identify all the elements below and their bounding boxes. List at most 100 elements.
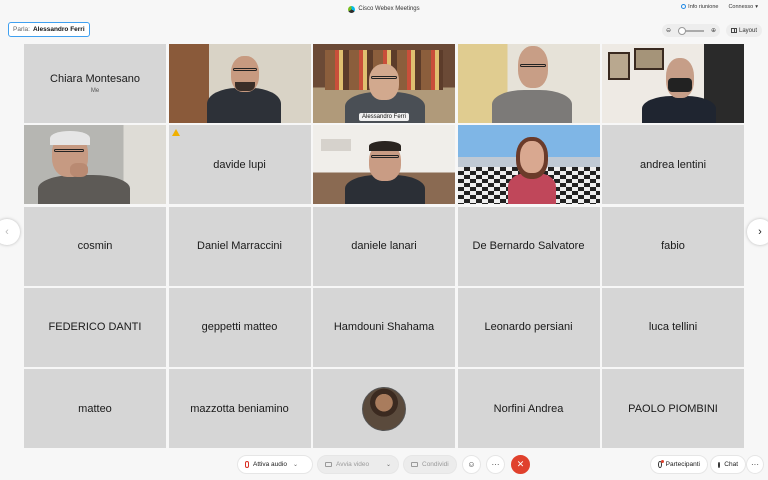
participant-tile[interactable]: matteo (24, 369, 166, 448)
layout-button[interactable]: Layout (726, 24, 762, 37)
unmute-button[interactable]: Attiva audio ⌄ (237, 455, 313, 474)
camera-icon (325, 462, 332, 467)
connection-status-label: Connesso (728, 4, 754, 10)
microphone-muted-icon (245, 461, 249, 468)
participant-tile[interactable]: Leonardo persiani (457, 287, 600, 367)
app-title-text: Cisco Webex Meetings (358, 6, 420, 12)
participant-video-tile[interactable] (313, 125, 455, 205)
participant-tile[interactable]: PAOLO PIOMBINI (602, 369, 744, 448)
participant-video-tile[interactable] (168, 44, 311, 123)
participant-tile[interactable]: daniele lanari (313, 206, 455, 286)
active-speaker-indicator: Parla: Alessandro Ferri (8, 22, 90, 37)
participant-tile[interactable]: davide lupi (168, 125, 311, 205)
active-speaker-name: Alessandro Ferri (32, 26, 85, 33)
start-video-button[interactable]: Avvia video ⌄ (317, 455, 399, 474)
participant-tile[interactable]: De Bernardo Salvatore (457, 206, 600, 286)
connection-status[interactable]: Connesso ▾ (728, 4, 758, 10)
video-feed (602, 44, 744, 123)
active-speaker-label: Parla: (13, 26, 30, 33)
participant-name: Chiara Montesano (50, 73, 140, 85)
share-label: Condividi (422, 461, 449, 468)
participant-video-tile[interactable] (602, 44, 744, 123)
video-feed (457, 125, 600, 205)
chevron-down-icon[interactable]: ⌄ (386, 461, 391, 468)
video-feed (457, 44, 600, 123)
participant-name: PAOLO PIOMBINI (628, 402, 718, 415)
participant-name: luca tellini (648, 321, 698, 334)
participant-name: mazzotta beniamino (190, 402, 289, 415)
participant-name: matteo (78, 402, 112, 415)
participant-name: andrea lentini (639, 158, 707, 171)
unmute-label: Attiva audio (253, 461, 287, 468)
chevron-down-icon[interactable]: ⌄ (293, 461, 298, 468)
more-icon: ··· (751, 460, 759, 469)
participant-video-tile[interactable] (457, 125, 600, 205)
chat-button[interactable]: Chat (710, 455, 746, 474)
smiley-icon: ☺ (467, 460, 476, 469)
participant-tile[interactable]: Norfini Andrea (457, 369, 600, 448)
participant-name: cosmin (77, 240, 113, 252)
participant-video-tile-active-speaker[interactable]: Alessandro Ferri (313, 44, 455, 123)
participant-name: De Bernardo Salvatore (472, 240, 585, 252)
video-feed (24, 125, 166, 205)
info-icon (681, 4, 687, 10)
close-icon: ✕ (516, 459, 525, 469)
participants-icon (658, 460, 664, 468)
participant-name: Hamdouni Shahama (333, 321, 435, 334)
zoom-track[interactable] (678, 26, 704, 35)
zoom-handle[interactable] (678, 26, 686, 35)
participant-grid: Chiara Montesano Me Alessandro Ferri dav… (24, 44, 744, 448)
zoom-out-icon[interactable]: ⊖ (666, 27, 671, 34)
chat-label: Chat (724, 461, 738, 468)
participants-label: Partecipanti (665, 461, 700, 468)
chevron-right-icon: › (758, 226, 762, 238)
participant-tile[interactable]: cosmin (24, 206, 166, 286)
layout-button-label: Layout (738, 27, 757, 34)
meeting-info-button[interactable]: Info riunione (681, 4, 718, 10)
participant-video-tile[interactable] (24, 125, 166, 205)
end-call-button[interactable]: ✕ (511, 455, 530, 474)
participant-tile[interactable]: andrea lentini (602, 125, 744, 205)
participant-video-tile[interactable] (457, 44, 600, 123)
participant-tile[interactable]: FEDERICO DANTI (24, 287, 166, 367)
zoom-in-icon[interactable]: ⊕ (711, 27, 716, 34)
share-screen-icon (411, 462, 418, 467)
participant-tile[interactable]: fabio (602, 206, 744, 286)
more-icon: ··· (491, 460, 500, 469)
participant-tile[interactable]: Daniel Marraccini (168, 206, 311, 286)
reactions-button[interactable]: ☺ (462, 455, 481, 474)
participant-name: geppetti matteo (201, 321, 278, 334)
participant-name: Leonardo persiani (484, 321, 573, 334)
participant-name: daniele lanari (351, 240, 417, 252)
chat-icon (718, 461, 721, 468)
participant-name: Daniel Marraccini (197, 240, 282, 252)
chevron-left-icon: ‹ (5, 226, 9, 238)
title-bar: Cisco Webex Meetings Info riunione Conne… (0, 0, 768, 18)
video-feed (313, 125, 455, 205)
participants-button[interactable]: Partecipanti (650, 455, 708, 474)
participant-name: davide lupi (213, 158, 266, 171)
start-video-label: Avvia video (336, 461, 370, 468)
participant-tile[interactable]: geppetti matteo (168, 287, 311, 367)
meeting-info-label: Info riunione (688, 4, 719, 10)
participant-name: fabio (661, 240, 685, 252)
participant-avatar (362, 386, 406, 431)
panel-more-button[interactable]: ··· (746, 455, 764, 474)
previous-page-button[interactable]: ‹ (0, 219, 20, 245)
video-feed (313, 44, 455, 123)
participant-name: FEDERICO DANTI (48, 321, 142, 334)
participant-tile[interactable]: luca tellini (602, 287, 744, 367)
more-options-button[interactable]: ··· (486, 455, 505, 474)
next-page-button[interactable]: › (747, 219, 768, 245)
participant-tile-self[interactable]: Chiara Montesano Me (24, 44, 166, 123)
grid-layout-icon (730, 28, 737, 33)
share-button[interactable]: Condividi (403, 455, 457, 474)
participant-name: Norfini Andrea (493, 402, 564, 415)
zoom-slider[interactable]: ⊖ ⊕ (662, 24, 720, 37)
participant-tile-avatar[interactable] (313, 369, 455, 448)
chevron-down-icon: ▾ (755, 4, 758, 10)
video-feed (168, 44, 311, 123)
participant-tile[interactable]: Hamdouni Shahama (313, 287, 455, 367)
warning-icon (171, 129, 180, 137)
participant-tile[interactable]: mazzotta beniamino (168, 369, 311, 448)
